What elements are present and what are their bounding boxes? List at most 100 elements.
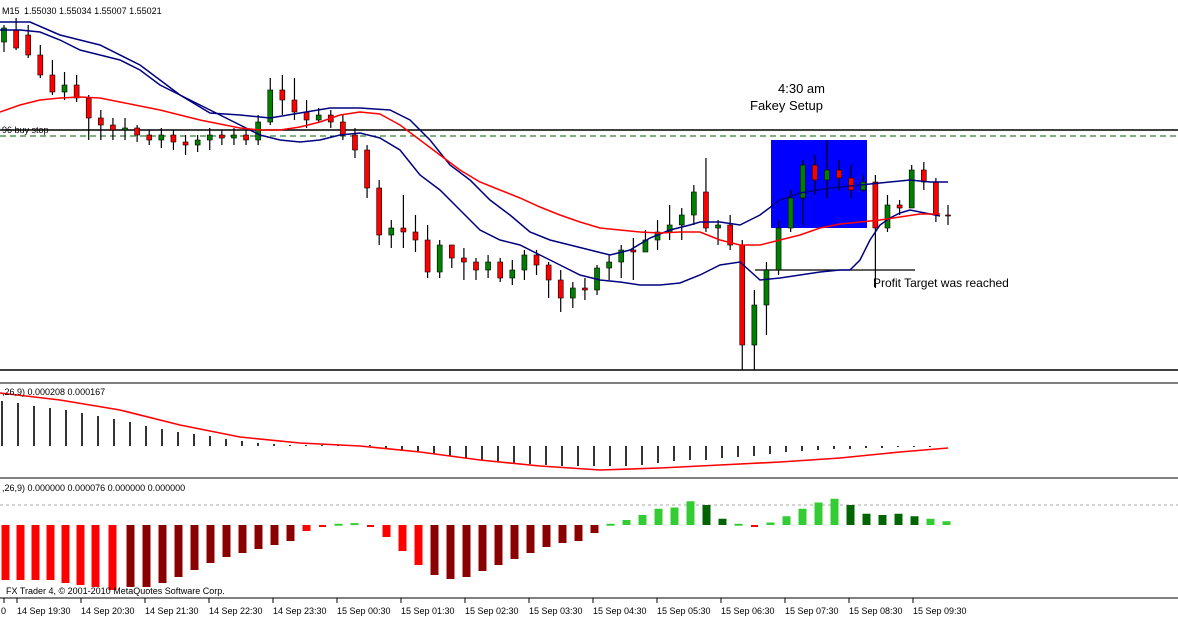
osma-bar	[830, 498, 839, 525]
bear-candle-body	[812, 164, 818, 181]
bull-candle-body	[606, 261, 612, 269]
osma-bar	[942, 521, 951, 525]
profit-target-annotation: Profit Target was reached	[873, 276, 1009, 290]
osma-bar	[798, 508, 807, 525]
bear-candle-body	[412, 231, 419, 241]
timeframe-label: M15	[2, 6, 20, 16]
osma-bar	[894, 513, 903, 525]
osma-bar	[16, 525, 25, 580]
osma-bar	[782, 516, 791, 525]
bear-candle-body	[545, 264, 552, 281]
time-tick-label: 0	[1, 606, 6, 616]
osma-bar	[910, 516, 919, 525]
osma-bar	[430, 525, 439, 575]
osma-header: ,26,9) 0.000000 0.000076 0.000000 0.0000…	[2, 483, 185, 493]
osma-bar	[254, 525, 263, 549]
osma-bar	[526, 525, 535, 553]
time-tick-label: 15 Sep 08:30	[849, 606, 903, 616]
osma-bar	[702, 505, 711, 525]
bear-candle-body	[945, 214, 951, 217]
osma-bar	[606, 523, 615, 526]
bear-candle-body	[473, 261, 479, 271]
bull-candle-body	[691, 191, 697, 216]
bull-candle-body	[763, 269, 770, 306]
time-tick-label: 15 Sep 00:30	[337, 606, 391, 616]
copyright-text: FX Trader 4, © 2001-2010 MetaQuotes Soft…	[6, 586, 225, 596]
bear-candle-body	[582, 287, 588, 291]
osma-bar	[574, 525, 583, 541]
bear-candle-body	[376, 187, 382, 236]
time-tick-label: 14 Sep 23:30	[273, 606, 327, 616]
macd-header: ,26,9) 0.000208 0.000167	[2, 387, 105, 397]
time-annotation: 4:30 am	[778, 81, 825, 96]
bear-candle-body	[49, 74, 56, 93]
osma-bar	[846, 505, 855, 525]
bear-candle-body	[933, 181, 939, 216]
bear-candle-body	[170, 134, 177, 143]
osma-bar	[158, 525, 167, 583]
setup-annotation: Fakey Setup	[750, 98, 823, 113]
bull-candle-body	[787, 197, 794, 229]
osma-bar	[91, 525, 100, 587]
osma-bar	[61, 525, 70, 583]
price-bar	[376, 180, 382, 245]
osma-bar	[414, 525, 423, 565]
bear-candle-body	[182, 141, 189, 146]
price-bar	[436, 240, 443, 278]
bear-candle-body	[146, 134, 153, 141]
bull-candle-body	[824, 169, 830, 181]
time-tick-label: 14 Sep 19:30	[17, 606, 71, 616]
bull-candle-body	[751, 304, 758, 346]
bear-candle-body	[448, 244, 455, 259]
osma-bar	[367, 525, 374, 527]
bear-candle-body	[37, 54, 44, 76]
osma-bar	[814, 502, 823, 525]
osma-bar	[382, 525, 391, 537]
osma-bar	[766, 522, 775, 525]
bear-candle-body	[291, 99, 298, 113]
time-tick-label: 14 Sep 21:30	[145, 606, 199, 616]
time-tick-label: 15 Sep 07:30	[785, 606, 839, 616]
bear-candle-body	[85, 97, 92, 119]
bear-candle-body	[424, 239, 431, 273]
bear-candle-body	[303, 111, 310, 121]
time-tick-label: 15 Sep 09:30	[913, 606, 967, 616]
osma-bar	[142, 525, 151, 587]
osma-bar	[334, 523, 343, 526]
bear-candle-body	[400, 227, 407, 233]
osma-bar	[510, 525, 519, 559]
time-tick-label: 15 Sep 04:30	[593, 606, 647, 616]
bull-candle-body	[194, 139, 201, 146]
osma-bar	[108, 525, 117, 590]
bull-candle-body	[678, 214, 685, 226]
bull-candle-body	[521, 254, 528, 271]
bull-candle-body	[509, 269, 516, 279]
osma-bar	[478, 525, 487, 571]
time-tick-label: 15 Sep 01:30	[401, 606, 455, 616]
osma-bar	[174, 525, 183, 577]
osma-bar	[542, 525, 551, 547]
bull-candle-body	[860, 181, 867, 191]
osma-bar	[638, 515, 647, 525]
bull-candle-body	[315, 114, 322, 121]
osma-bar	[76, 525, 85, 585]
osma-bar	[494, 525, 503, 565]
bear-candle-body	[896, 204, 903, 209]
osma-bar	[622, 520, 631, 525]
bull-candle-body	[206, 134, 213, 141]
osma-bar	[446, 525, 455, 579]
ohlc-readout: 1.55030 1.55034 1.55007 1.55021	[24, 6, 162, 16]
bull-candle-body	[570, 287, 576, 299]
bull-candle-body	[122, 127, 128, 131]
bear-candle-body	[739, 244, 746, 346]
bear-candle-body	[920, 169, 927, 183]
osma-bar	[190, 525, 199, 570]
osma-bar	[654, 508, 663, 525]
bear-candle-body	[352, 134, 358, 151]
bear-candle-body	[630, 249, 637, 253]
osma-bar	[462, 525, 471, 577]
bear-candle-body	[557, 279, 564, 299]
osma-bar	[222, 525, 231, 557]
bear-candle-body	[219, 134, 225, 139]
bear-candle-body	[279, 89, 286, 101]
